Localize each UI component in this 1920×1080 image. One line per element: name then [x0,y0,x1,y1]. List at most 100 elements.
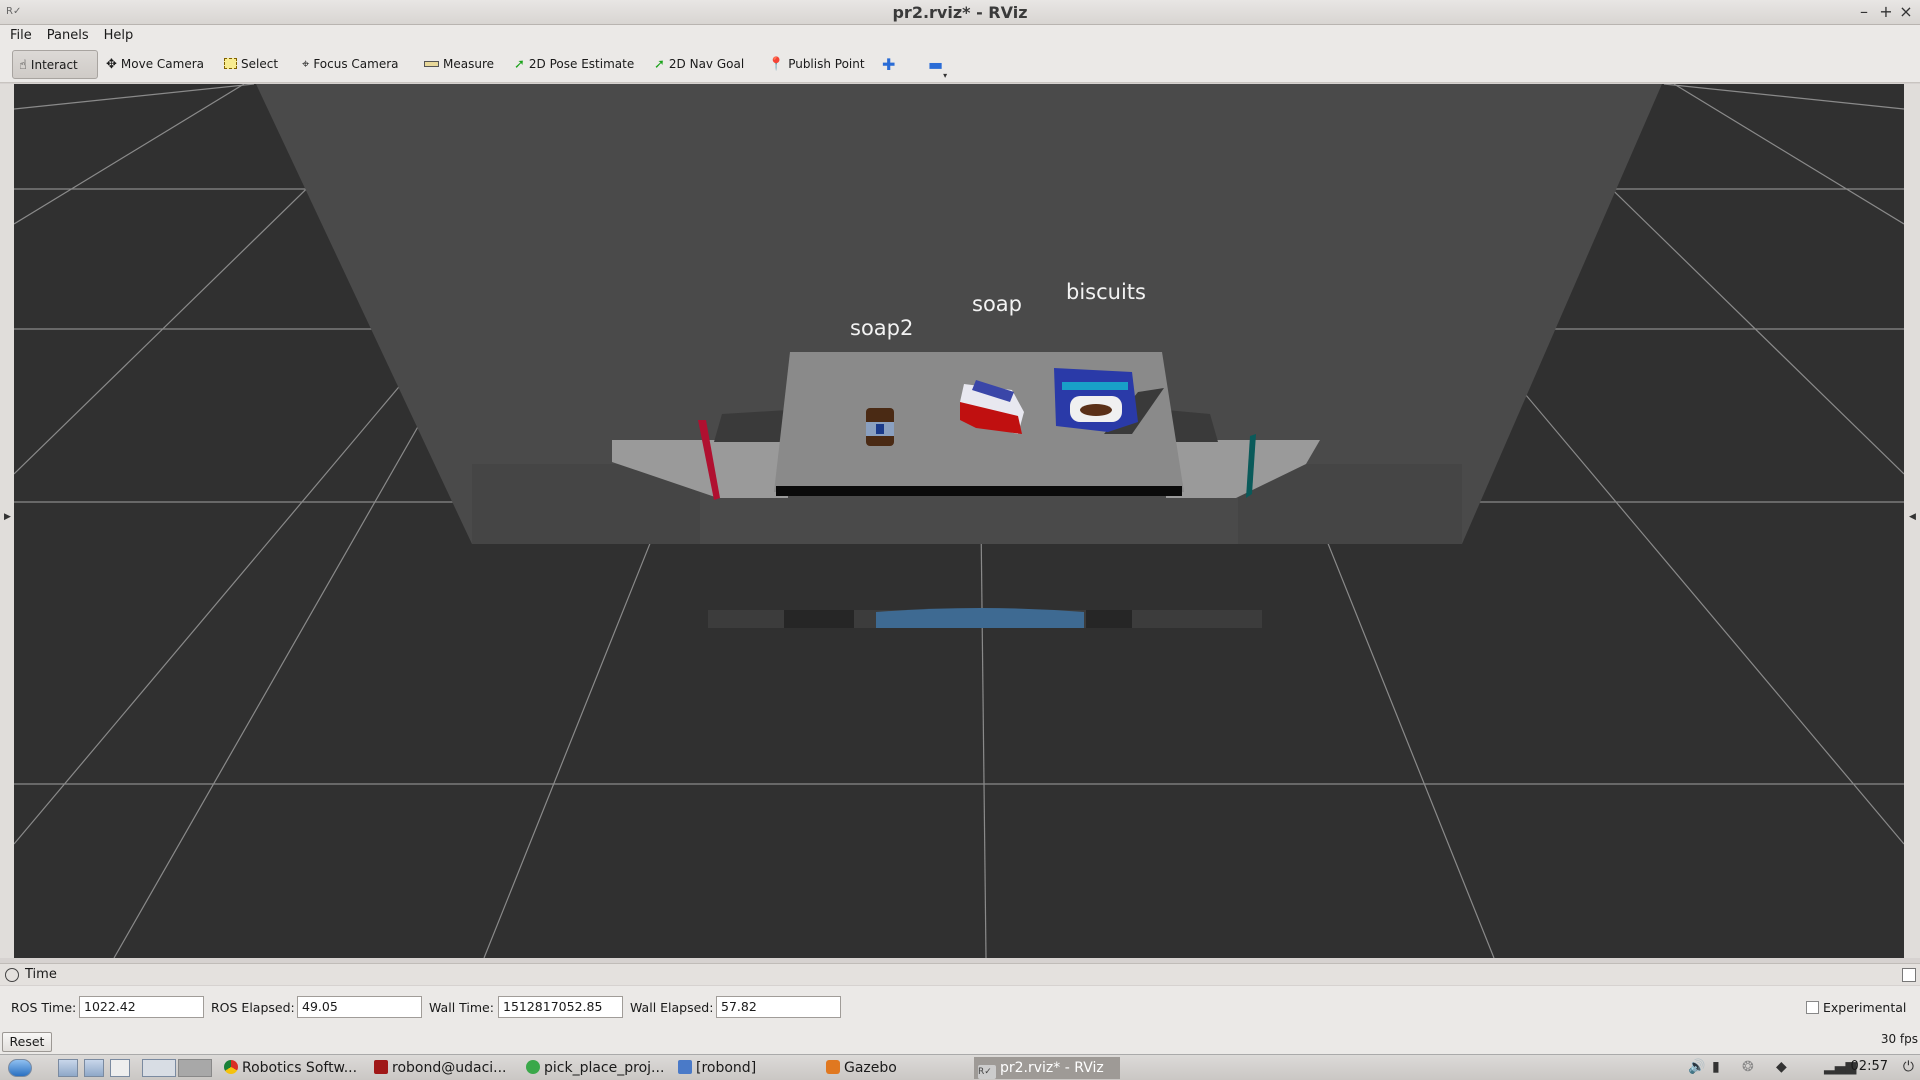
tool-select[interactable]: Select [218,50,284,79]
close-button[interactable]: × [1896,2,1916,21]
task-robotics-software[interactable]: Robotics Softw... [220,1057,366,1079]
experimental-label: Experimental [1823,1000,1907,1015]
plus-icon: ✚ [882,55,896,74]
expand-right-icon: ◀ [1909,512,1916,522]
toolbar: ☝ Interact ✥ Move Camera Select ⌖ Focus Cam… [0,47,1920,83]
tool-publish-point-label: Publish Point [788,57,865,71]
tool-measure[interactable]: Measure [418,50,500,79]
terminal-icon [374,1060,388,1074]
remove-tool-button[interactable]: ▬▾ [922,50,953,80]
left-dock-handle[interactable]: ▶ [0,84,14,958]
task-pick-place-project[interactable]: pick_place_proj... [522,1057,668,1079]
task-terminal[interactable]: robond@udaci... [370,1057,516,1079]
tool-2d-nav-goal[interactable]: ➚ 2D Nav Goal [648,50,750,79]
add-tool-button[interactable]: ✚ [876,50,901,79]
network-icon[interactable] [84,1059,104,1077]
title-bar: R✓ pr2.rviz* - RViz – + × [0,0,1920,25]
time-panel-header: Time [0,963,1920,985]
file-manager-icon[interactable] [58,1059,78,1077]
status-row: Reset 30 fps [0,1030,1920,1054]
tool-move-camera[interactable]: ✥ Move Camera [100,50,210,79]
undock-button[interactable] [1902,968,1916,982]
ruler-icon [424,61,439,67]
bluetooth-icon[interactable]: ◆ [1776,1059,1787,1075]
label-biscuits: biscuits [1066,280,1146,304]
ros-time-field[interactable]: 1022.42 [79,996,204,1018]
ros-elapsed-field[interactable]: 49.05 [297,996,422,1018]
task-label: robond@udaci... [392,1060,507,1076]
fps-readout: 30 fps [1880,1032,1918,1046]
task-label: Robotics Softw... [242,1060,358,1076]
label-soap: soap [972,292,1022,316]
minimize-button[interactable]: – [1854,2,1874,21]
tool-move-camera-label: Move Camera [120,57,204,71]
table-edge [776,486,1182,496]
volume-icon[interactable]: 🔊 [1688,1059,1705,1075]
ros-time-label: ROS Time: [11,1000,77,1015]
render-view-3d[interactable]: soap2 soap biscuits [14,84,1904,958]
green-arrow-icon: ➚ [654,57,665,72]
table-left-shadow [714,410,788,442]
select-icon [224,58,237,69]
wall-elapsed-field[interactable]: 57.82 [716,996,841,1018]
tool-select-label: Select [241,57,279,71]
dropdown-arrow-icon: ▾ [943,71,948,80]
maximize-button[interactable]: + [1876,2,1896,21]
scene-render [14,84,1904,958]
chrome-icon [224,1060,238,1074]
time-panel-title: Time [25,967,57,982]
tool-interact[interactable]: ☝ Interact [12,50,98,79]
power-icon[interactable]: ⏻ [1903,1059,1914,1075]
tool-publish-point[interactable]: 📍 Publish Point [762,50,871,79]
rviz-window: R✓ pr2.rviz* - RViz – + × File Panels Help… [0,0,1920,1080]
wall-elapsed-label: Wall Elapsed: [630,1000,714,1015]
battery-icon[interactable]: ▮ [1712,1059,1720,1075]
robot-base-dark-right [1086,610,1132,628]
task-rviz[interactable]: R✓ pr2.rviz* - RViz [974,1057,1120,1079]
green-arrow-icon: ➚ [514,57,525,72]
start-menu-icon[interactable] [8,1059,32,1077]
window-title: pr2.rviz* - RViz [892,3,1028,22]
task-label: pick_place_proj... [544,1060,665,1076]
taskbar-clock: 02:57 [1850,1059,1888,1074]
tool-measure-label: Measure [443,57,494,71]
tool-focus-camera-label: Focus Camera [313,57,399,71]
terminal-launcher-icon[interactable] [110,1059,130,1077]
reset-button[interactable]: Reset [2,1032,52,1052]
pin-icon: 📍 [768,57,785,72]
move-camera-icon: ✥ [106,57,117,72]
task-label: pr2.rviz* - RViz [1000,1060,1104,1076]
robot-base-dark-left [784,610,854,628]
menu-help[interactable]: Help [99,25,139,47]
wall-time-field[interactable]: 1512817052.85 [498,996,623,1018]
clock-icon [5,968,19,982]
hand-icon: ☝ [19,58,27,73]
menu-panels[interactable]: Panels [42,25,94,47]
tool-interact-label: Interact [30,58,78,72]
rviz-icon: R✓ [978,1065,996,1079]
tool-focus-camera[interactable]: ⌖ Focus Camera [296,50,405,79]
wall-time-label: Wall Time: [429,1000,494,1015]
tool-2d-nav-goal-label: 2D Nav Goal [668,57,745,71]
updates-icon[interactable]: ❂ [1742,1059,1754,1075]
menu-file[interactable]: File [5,25,37,47]
workspace-2-icon[interactable] [178,1059,212,1077]
expand-left-icon: ▶ [4,512,11,522]
robot-base-blue [876,608,1084,628]
workspace-1-icon[interactable] [142,1059,176,1077]
folder-icon [678,1060,692,1074]
menu-bar: File Panels Help [0,25,1920,47]
gazebo-icon [826,1060,840,1074]
minus-icon: ▬ [928,55,944,74]
globe-icon [526,1060,540,1074]
tool-2d-pose-estimate-label: 2D Pose Estimate [528,57,635,71]
ros-elapsed-label: ROS Elapsed: [211,1000,295,1015]
task-gazebo[interactable]: Gazebo [822,1057,968,1079]
task-robond-folder[interactable]: [robond] [674,1057,820,1079]
experimental-checkbox[interactable] [1806,1001,1819,1014]
right-dock-handle[interactable]: ◀ [1904,84,1920,958]
task-label: Gazebo [844,1060,897,1076]
object-soap2 [866,408,894,446]
tool-2d-pose-estimate[interactable]: ➚ 2D Pose Estimate [508,50,640,79]
focus-camera-icon: ⌖ [302,57,310,72]
